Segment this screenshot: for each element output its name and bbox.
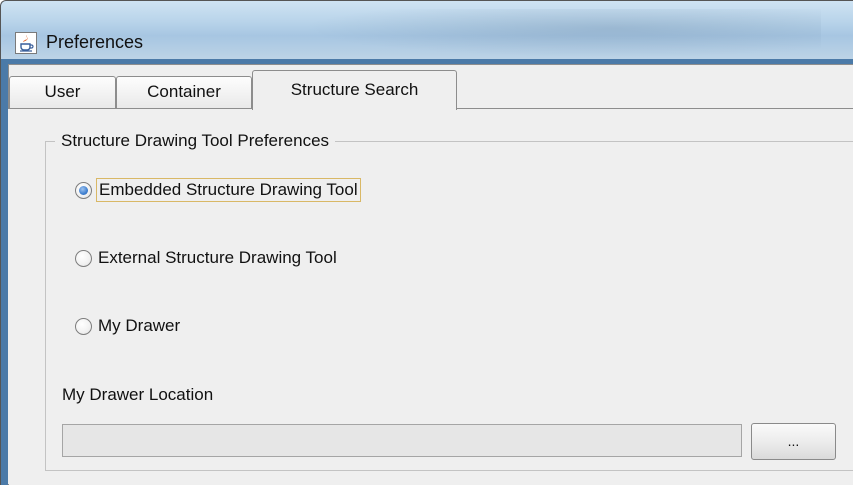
radio-unselected-icon[interactable]	[75, 317, 92, 335]
group-title: Structure Drawing Tool Preferences	[55, 130, 336, 152]
tab-user[interactable]: User	[9, 76, 116, 108]
embedded-tool-option[interactable]: Embedded Structure Drawing Tool	[75, 178, 361, 202]
java-icon[interactable]	[15, 32, 37, 54]
radio-unselected-icon[interactable]	[75, 249, 92, 267]
title-bar[interactable]: Preferences	[1, 1, 853, 59]
my-drawer-option[interactable]: My Drawer	[75, 314, 182, 338]
external-tool-option[interactable]: External Structure Drawing Tool	[75, 246, 339, 270]
my-drawer-label[interactable]: My Drawer	[96, 315, 182, 337]
radio-selected-icon[interactable]	[75, 181, 92, 199]
tab-structure-search[interactable]: Structure Search	[252, 70, 457, 110]
drawer-location-field[interactable]	[62, 424, 742, 457]
embedded-tool-label[interactable]: Embedded Structure Drawing Tool	[96, 178, 361, 202]
drawer-location-label: My Drawer Location	[62, 385, 214, 404]
tab-container[interactable]: Container	[116, 76, 252, 108]
external-tool-label[interactable]: External Structure Drawing Tool	[96, 247, 339, 269]
browse-button[interactable]: ...	[751, 423, 836, 460]
window-title: Preferences	[46, 32, 144, 52]
